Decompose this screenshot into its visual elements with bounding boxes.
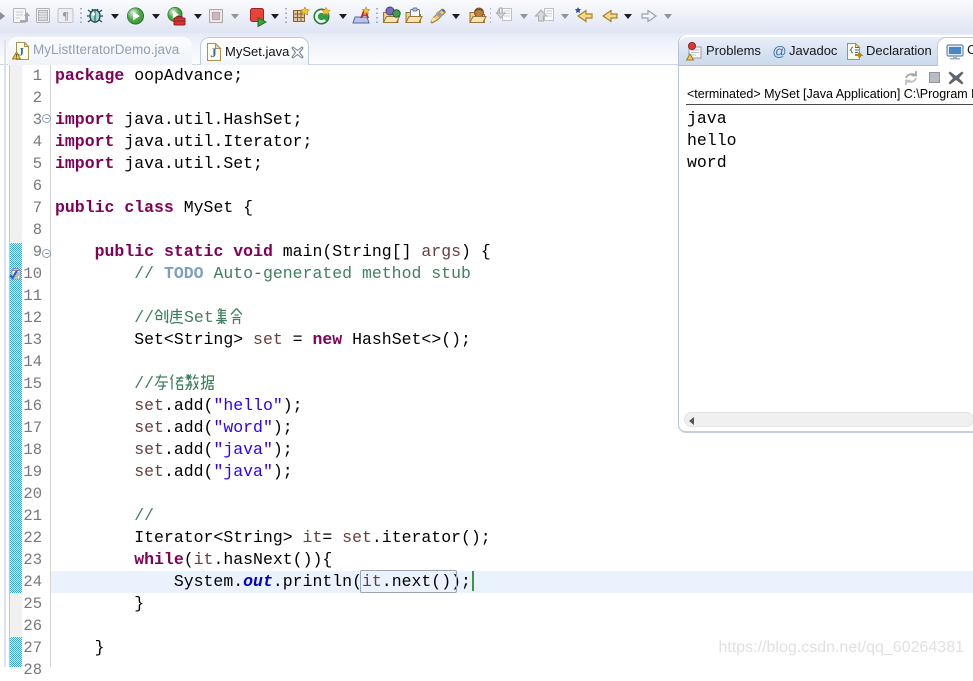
svg-text:J: J [210, 45, 217, 60]
svg-text:¶: ¶ [62, 9, 68, 23]
svg-text:@: @ [772, 43, 786, 59]
svg-text:!: ! [15, 54, 17, 61]
